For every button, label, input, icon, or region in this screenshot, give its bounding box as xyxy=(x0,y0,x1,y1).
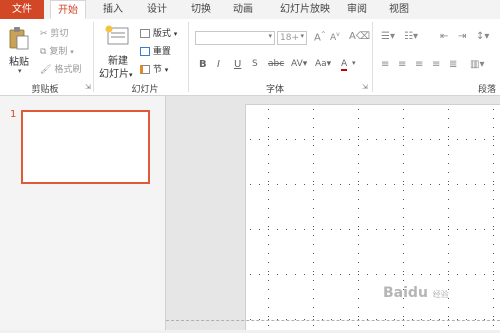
paste-icon xyxy=(9,27,29,50)
tab-view[interactable]: 视图 xyxy=(382,0,416,19)
align-center-icon[interactable]: ≡ xyxy=(398,59,406,70)
underline-icon[interactable]: U xyxy=(234,59,241,70)
bullets-icon[interactable]: ☰▾ xyxy=(381,31,395,42)
group-divider xyxy=(188,22,189,92)
font-color-dropdown-icon[interactable]: ▾ xyxy=(352,59,356,67)
tab-slideshow[interactable]: 幻灯片放映 xyxy=(270,0,340,19)
increase-indent-icon[interactable]: ⇥ xyxy=(458,31,466,42)
format-painter-button[interactable]: 🖌 格式刷 xyxy=(40,62,82,76)
format-painter-label: 格式刷 xyxy=(54,65,82,75)
section-button[interactable]: 节 ▾ xyxy=(140,62,168,75)
copy-icon: ⧉ xyxy=(40,46,47,57)
reset-icon xyxy=(140,47,150,56)
section-label: 节 xyxy=(152,65,162,75)
watermark: Baidu 经验 xyxy=(383,285,449,301)
numbering-icon[interactable]: ☷▾ xyxy=(404,31,418,42)
paste-label[interactable]: 粘贴 xyxy=(9,53,29,68)
watermark-text: Baidu xyxy=(383,285,428,301)
slide-thumbnail[interactable] xyxy=(21,110,150,184)
font-color-icon[interactable]: A xyxy=(341,59,348,71)
reset-label: 重置 xyxy=(152,47,171,57)
shrink-font-icon[interactable]: Av xyxy=(330,31,340,43)
font-size-value: 18+ xyxy=(280,33,299,43)
char-spacing-icon[interactable]: AV▾ xyxy=(291,59,307,69)
layout-label: 版式 xyxy=(152,29,171,39)
paste-button[interactable] xyxy=(8,26,30,52)
cut-label: 剪切 xyxy=(50,29,69,39)
clipboard-launcher-icon[interactable]: ⇲ xyxy=(85,83,91,91)
tab-transitions[interactable]: 切换 xyxy=(184,0,218,19)
distributed-icon[interactable]: ≣ xyxy=(449,59,457,70)
justify-icon[interactable]: ≡ xyxy=(432,59,440,70)
ribbon: 粘贴 ▾ ✂ 剪切 ⧉ 复制 ▾ 🖌 格式刷 剪贴板 ⇲ 新建 幻灯片▾ 版式 … xyxy=(0,19,500,96)
align-left-icon[interactable]: ≡ xyxy=(381,59,389,70)
tab-insert[interactable]: 插入 xyxy=(96,0,130,19)
font-size-combo[interactable]: 18+ ▾ xyxy=(277,31,307,45)
italic-icon[interactable]: I xyxy=(217,59,220,70)
scissors-icon: ✂ xyxy=(40,28,48,39)
font-group-label: 字体 xyxy=(265,85,284,95)
align-right-icon[interactable]: ≡ xyxy=(415,59,423,70)
shadow-icon[interactable]: S xyxy=(252,59,258,69)
decrease-indent-icon[interactable]: ⇤ xyxy=(440,31,448,42)
section-dropdown-icon: ▾ xyxy=(164,66,169,74)
line-spacing-icon[interactable]: ↕▾ xyxy=(476,31,489,42)
tab-animations[interactable]: 动画 xyxy=(226,0,260,19)
copy-dropdown-icon: ▾ xyxy=(70,48,74,56)
reset-button[interactable]: 重置 xyxy=(140,44,171,57)
paragraph-group-label: 段落 xyxy=(478,85,497,95)
font-name-dropdown-icon: ▾ xyxy=(268,32,272,40)
tab-design[interactable]: 设计 xyxy=(140,0,174,19)
group-divider xyxy=(93,22,94,92)
font-launcher-icon[interactable]: ⇲ xyxy=(362,83,368,91)
columns-icon[interactable]: ▥▾ xyxy=(470,59,484,70)
layout-dropdown-icon: ▾ xyxy=(173,30,178,38)
slides-group-label: 幻灯片 xyxy=(131,85,159,95)
layout-button[interactable]: 版式 ▾ xyxy=(140,26,177,39)
tab-review[interactable]: 审阅 xyxy=(340,0,374,19)
change-case-icon[interactable]: Aa▾ xyxy=(315,59,331,69)
group-divider xyxy=(372,22,373,92)
new-slide-label-2-text: 幻灯片 xyxy=(99,69,129,80)
section-icon xyxy=(140,65,150,74)
layout-icon xyxy=(140,29,150,38)
new-slide-dropdown-icon: ▾ xyxy=(129,71,133,79)
clipboard-group-label: 剪贴板 xyxy=(31,85,59,95)
slide-canvas[interactable] xyxy=(245,104,500,330)
font-size-dropdown-icon: ▾ xyxy=(300,32,304,40)
copy-button[interactable]: ⧉ 复制 ▾ xyxy=(40,44,74,58)
new-slide-button[interactable] xyxy=(104,24,130,48)
notes-divider xyxy=(166,320,500,321)
watermark-sub: 经验 xyxy=(432,290,449,299)
brush-icon: 🖌 xyxy=(40,64,52,75)
tab-file[interactable]: 文件 xyxy=(0,0,44,19)
cut-button[interactable]: ✂ 剪切 xyxy=(40,26,69,40)
paste-dropdown-icon[interactable]: ▾ xyxy=(18,67,22,75)
grow-font-icon[interactable]: A^ xyxy=(314,31,326,43)
new-slide-label-2[interactable]: 幻灯片▾ xyxy=(99,65,133,80)
slide-number: 1 xyxy=(10,109,17,120)
bold-icon[interactable]: B xyxy=(199,59,207,70)
ribbon-tab-bar: 文件 开始 插入 设计 切换 动画 幻灯片放映 审阅 视图 xyxy=(0,0,500,20)
tab-home[interactable]: 开始 xyxy=(50,0,86,19)
copy-label: 复制 xyxy=(49,47,68,57)
strikethrough-icon[interactable]: abc xyxy=(268,59,284,69)
font-name-combo[interactable]: ▾ xyxy=(195,31,275,45)
clear-format-icon[interactable]: A⌫ xyxy=(349,31,370,42)
new-slide-icon xyxy=(105,25,129,45)
grid-guides xyxy=(250,109,494,326)
